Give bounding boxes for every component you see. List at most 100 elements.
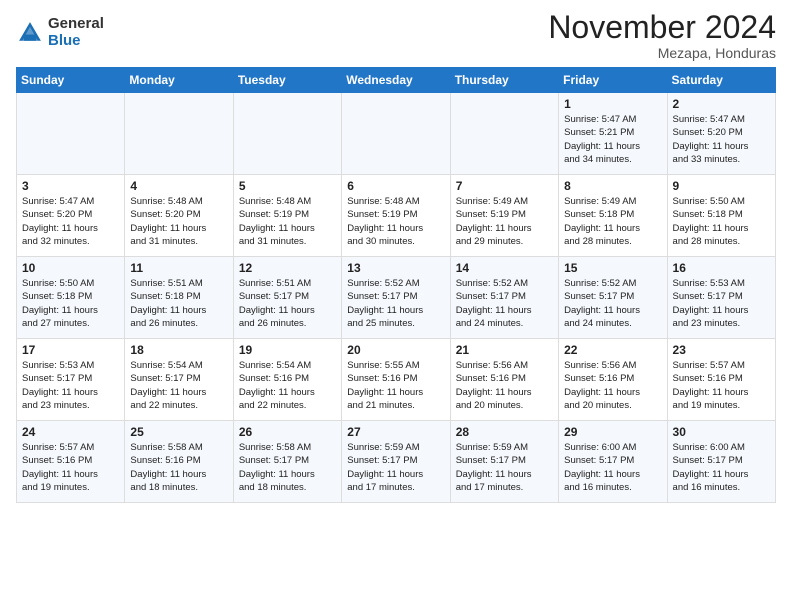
day-cell: 18Sunrise: 5:54 AM Sunset: 5:17 PM Dayli…: [125, 339, 233, 421]
day-number: 28: [456, 425, 553, 439]
week-row-1: 1 Sunrise: 5:47 AM Sunset: 5:21 PM Daylig…: [17, 93, 776, 175]
day-cell: 2Sunrise: 5:47 AM Sunset: 5:20 PM Daylig…: [667, 93, 775, 175]
logo-blue: Blue: [48, 32, 81, 49]
day-info: Sunrise: 5:58 AM Sunset: 5:16 PM Dayligh…: [130, 441, 227, 494]
day-cell: 20 Sunrise: 5:55 AM Sunset: 5:16 PM Dayli…: [342, 339, 450, 421]
page: General Blue November 2024 Mezapa, Hondu…: [0, 0, 792, 519]
calendar-body: 1 Sunrise: 5:47 AM Sunset: 5:21 PM Daylig…: [17, 93, 776, 503]
calendar-table: SundayMondayTuesdayWednesdayThursdayFrid…: [16, 67, 776, 503]
day-number: 25: [130, 425, 227, 439]
day-cell: 14 Sunrise: 5:52 AM Sunset: 5:17 PM Dayli…: [450, 257, 558, 339]
logo: General Blue: [16, 16, 104, 49]
day-number: 9: [673, 179, 770, 193]
day-cell: 19 Sunrise: 5:54 AM Sunset: 5:16 PM Dayli…: [233, 339, 341, 421]
day-cell: 15 Sunrise: 5:52 AM Sunset: 5:17 PM Dayli…: [559, 257, 667, 339]
day-info: Sunrise: 5:59 AM Sunset: 5:17 PM Dayligh…: [456, 441, 553, 494]
day-cell: 27 Sunrise: 5:59 AM Sunset: 5:17 PM Dayli…: [342, 421, 450, 503]
day-cell: [233, 93, 341, 175]
day-cell: 6Sunrise: 5:48 AM Sunset: 5:19 PM Daylig…: [342, 175, 450, 257]
day-info: Sunrise: 5:59 AM Sunset: 5:17 PM Dayligh…: [347, 441, 444, 494]
day-info: Sunrise: 5:49 AM Sunset: 5:19 PM Dayligh…: [456, 195, 553, 248]
title-block: November 2024 Mezapa, Honduras: [548, 10, 776, 61]
day-cell: 28 Sunrise: 5:59 AM Sunset: 5:17 PM Dayli…: [450, 421, 558, 503]
day-cell: 23 Sunrise: 5:57 AM Sunset: 5:16 PM Dayli…: [667, 339, 775, 421]
day-cell: 13Sunrise: 5:52 AM Sunset: 5:17 PM Dayli…: [342, 257, 450, 339]
day-cell: 12Sunrise: 5:51 AM Sunset: 5:17 PM Dayli…: [233, 257, 341, 339]
day-info: Sunrise: 5:52 AM Sunset: 5:17 PM Dayligh…: [564, 277, 661, 330]
day-number: 17: [22, 343, 119, 357]
header-cell-monday: Monday: [125, 68, 233, 93]
day-number: 21: [456, 343, 553, 357]
day-info: Sunrise: 5:53 AM Sunset: 5:17 PM Dayligh…: [673, 277, 770, 330]
day-cell: 9Sunrise: 5:50 AM Sunset: 5:18 PM Daylig…: [667, 175, 775, 257]
day-number: 8: [564, 179, 661, 193]
day-number: 23: [673, 343, 770, 357]
day-number: 11: [130, 261, 227, 275]
day-cell: 21 Sunrise: 5:56 AM Sunset: 5:16 PM Dayli…: [450, 339, 558, 421]
day-number: 20: [347, 343, 444, 357]
header-cell-friday: Friday: [559, 68, 667, 93]
week-row-2: 3 Sunrise: 5:47 AM Sunset: 5:20 PM Daylig…: [17, 175, 776, 257]
day-number: 7: [456, 179, 553, 193]
day-number: 15: [564, 261, 661, 275]
day-cell: 7 Sunrise: 5:49 AM Sunset: 5:19 PM Daylig…: [450, 175, 558, 257]
day-number: 16: [673, 261, 770, 275]
day-cell: 16 Sunrise: 5:53 AM Sunset: 5:17 PM Dayli…: [667, 257, 775, 339]
day-cell: 26 Sunrise: 5:58 AM Sunset: 5:17 PM Dayli…: [233, 421, 341, 503]
week-row-4: 17Sunrise: 5:53 AM Sunset: 5:17 PM Dayli…: [17, 339, 776, 421]
header: General Blue November 2024 Mezapa, Hondu…: [16, 10, 776, 61]
day-number: 26: [239, 425, 336, 439]
day-number: 5: [239, 179, 336, 193]
day-info: Sunrise: 6:00 AM Sunset: 5:17 PM Dayligh…: [564, 441, 661, 494]
day-cell: 25 Sunrise: 5:58 AM Sunset: 5:16 PM Dayli…: [125, 421, 233, 503]
day-number: 29: [564, 425, 661, 439]
day-cell: 17Sunrise: 5:53 AM Sunset: 5:17 PM Dayli…: [17, 339, 125, 421]
day-info: Sunrise: 5:51 AM Sunset: 5:18 PM Dayligh…: [130, 277, 227, 330]
day-info: Sunrise: 6:00 AM Sunset: 5:17 PM Dayligh…: [673, 441, 770, 494]
day-info: Sunrise: 5:52 AM Sunset: 5:17 PM Dayligh…: [347, 277, 444, 330]
day-info: Sunrise: 5:57 AM Sunset: 5:16 PM Dayligh…: [22, 441, 119, 494]
day-cell: [342, 93, 450, 175]
day-info: Sunrise: 5:48 AM Sunset: 5:19 PM Dayligh…: [239, 195, 336, 248]
header-row: SundayMondayTuesdayWednesdayThursdayFrid…: [17, 68, 776, 93]
day-cell: 29 Sunrise: 6:00 AM Sunset: 5:17 PM Dayli…: [559, 421, 667, 503]
day-cell: 24 Sunrise: 5:57 AM Sunset: 5:16 PM Dayli…: [17, 421, 125, 503]
day-number: 14: [456, 261, 553, 275]
day-number: 10: [22, 261, 119, 275]
day-info: Sunrise: 5:56 AM Sunset: 5:16 PM Dayligh…: [456, 359, 553, 412]
day-info: Sunrise: 5:48 AM Sunset: 5:20 PM Dayligh…: [130, 195, 227, 248]
day-cell: [125, 93, 233, 175]
header-cell-wednesday: Wednesday: [342, 68, 450, 93]
day-info: Sunrise: 5:57 AM Sunset: 5:16 PM Dayligh…: [673, 359, 770, 412]
day-cell: 4 Sunrise: 5:48 AM Sunset: 5:20 PM Daylig…: [125, 175, 233, 257]
day-info: Sunrise: 5:54 AM Sunset: 5:16 PM Dayligh…: [239, 359, 336, 412]
logo-text: General Blue: [48, 16, 104, 49]
day-number: 22: [564, 343, 661, 357]
month-title: November 2024: [548, 10, 776, 45]
day-cell: 5 Sunrise: 5:48 AM Sunset: 5:19 PM Daylig…: [233, 175, 341, 257]
day-number: 3: [22, 179, 119, 193]
day-number: 4: [130, 179, 227, 193]
day-info: Sunrise: 5:55 AM Sunset: 5:16 PM Dayligh…: [347, 359, 444, 412]
day-number: 1: [564, 97, 661, 111]
day-number: 24: [22, 425, 119, 439]
subtitle: Mezapa, Honduras: [548, 45, 776, 61]
logo-icon: [16, 19, 44, 47]
day-info: Sunrise: 5:47 AM Sunset: 5:20 PM Dayligh…: [22, 195, 119, 248]
day-info: Sunrise: 5:47 AM Sunset: 5:21 PM Dayligh…: [564, 113, 661, 166]
day-info: Sunrise: 5:52 AM Sunset: 5:17 PM Dayligh…: [456, 277, 553, 330]
header-cell-thursday: Thursday: [450, 68, 558, 93]
day-info: Sunrise: 5:50 AM Sunset: 5:18 PM Dayligh…: [22, 277, 119, 330]
day-number: 19: [239, 343, 336, 357]
day-number: 2: [673, 97, 770, 111]
day-cell: [17, 93, 125, 175]
day-cell: 1 Sunrise: 5:47 AM Sunset: 5:21 PM Daylig…: [559, 93, 667, 175]
day-number: 30: [673, 425, 770, 439]
day-number: 27: [347, 425, 444, 439]
day-info: Sunrise: 5:58 AM Sunset: 5:17 PM Dayligh…: [239, 441, 336, 494]
day-info: Sunrise: 5:56 AM Sunset: 5:16 PM Dayligh…: [564, 359, 661, 412]
day-number: 6: [347, 179, 444, 193]
day-info: Sunrise: 5:54 AM Sunset: 5:17 PM Dayligh…: [130, 359, 227, 412]
day-info: Sunrise: 5:49 AM Sunset: 5:18 PM Dayligh…: [564, 195, 661, 248]
header-cell-sunday: Sunday: [17, 68, 125, 93]
